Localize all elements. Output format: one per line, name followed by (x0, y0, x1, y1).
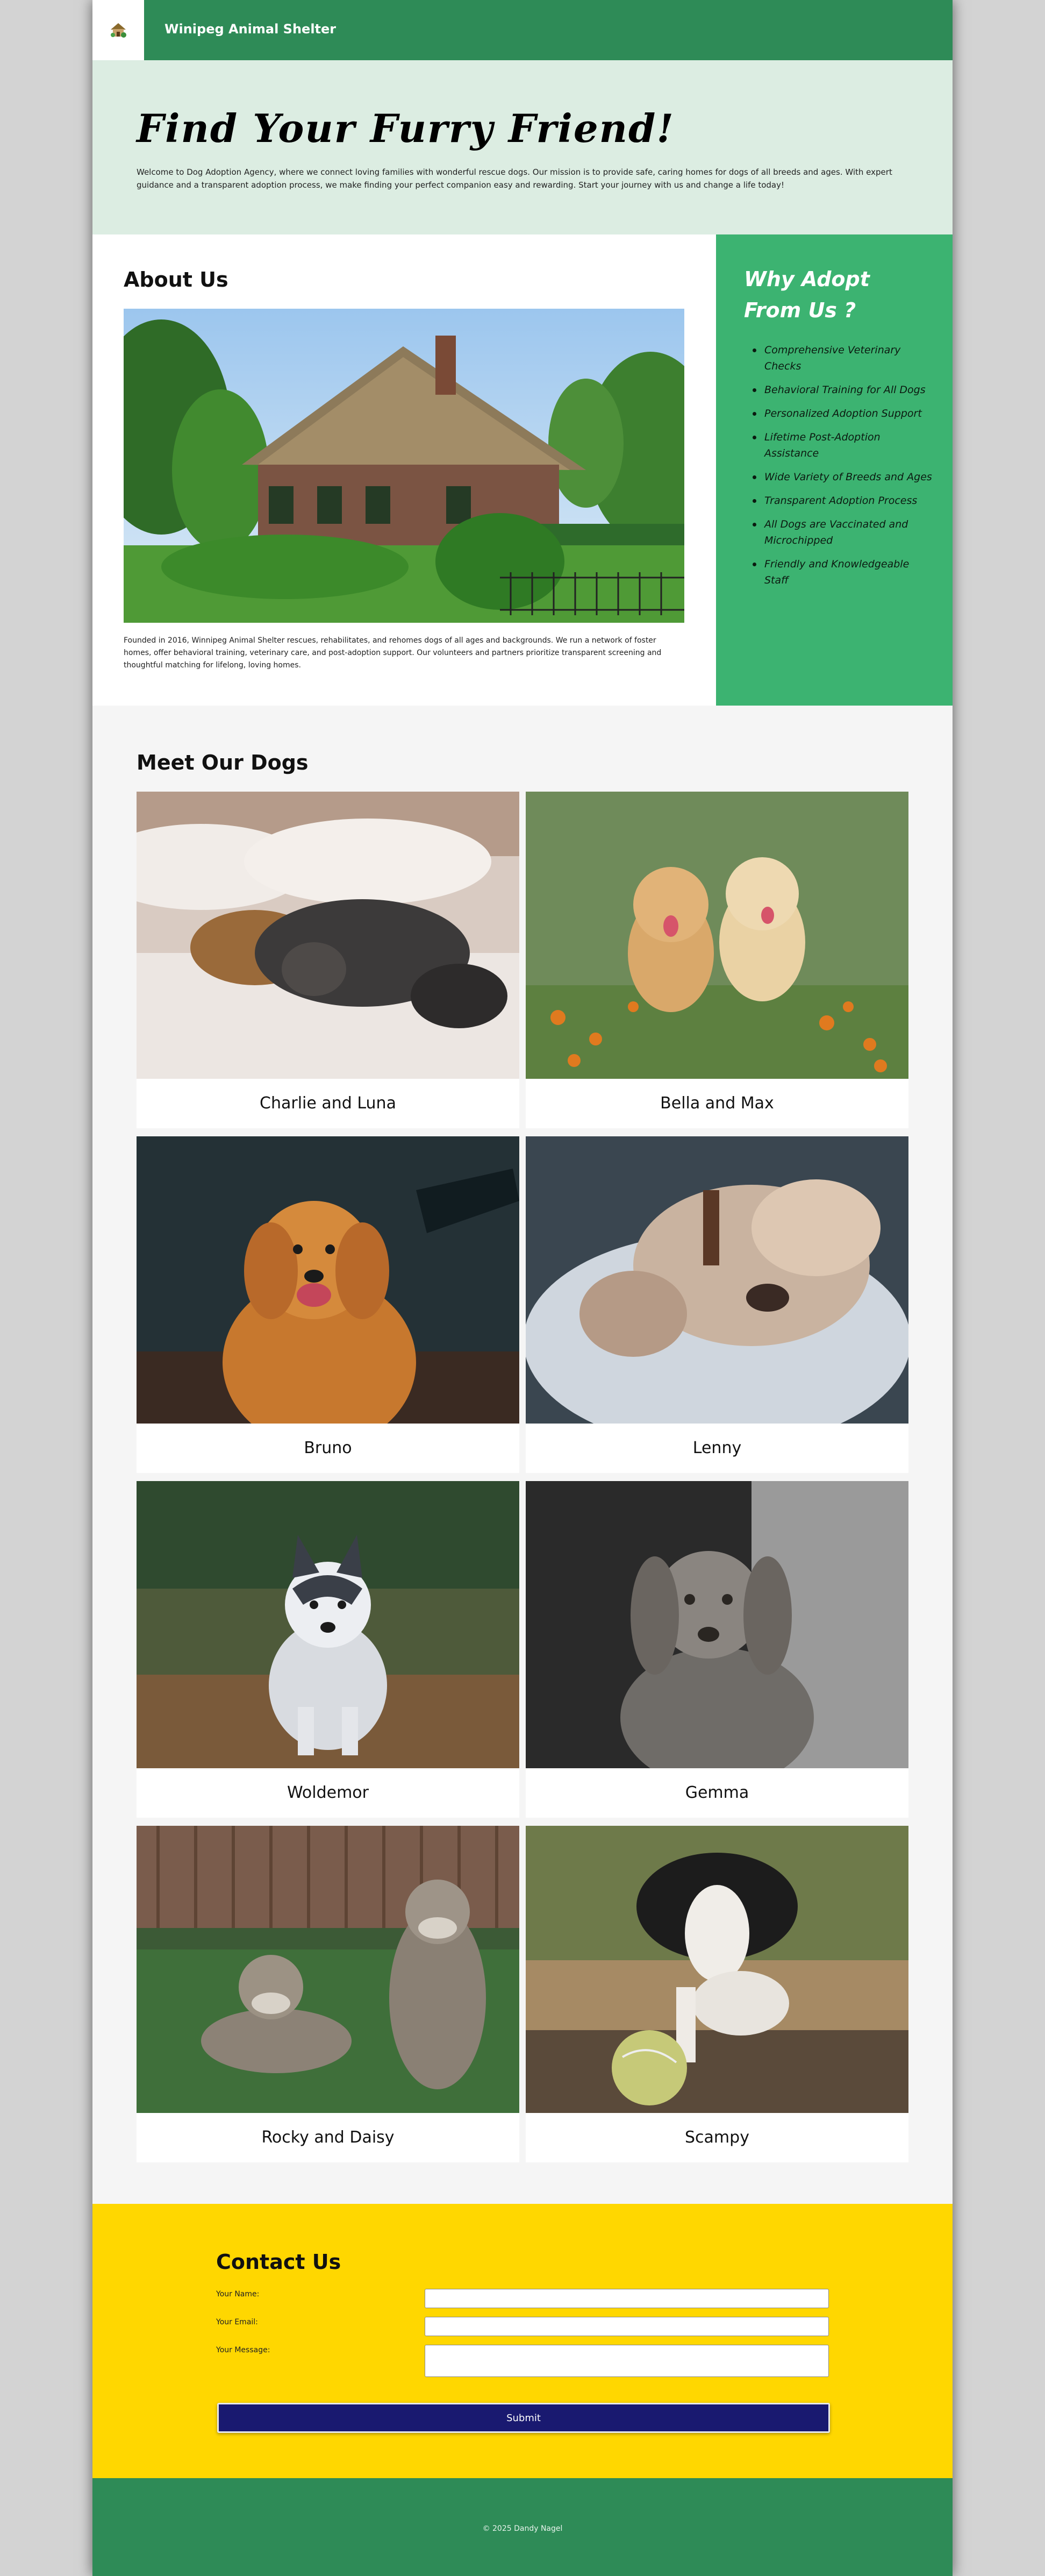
hero-intro: Welcome to Dog Adoption Agency, where we… (137, 167, 892, 190)
dogs-title: Meet Our Dogs (137, 751, 309, 774)
dog-photo (526, 1826, 908, 2113)
dog-card-charlie-luna[interactable]: Charlie and Luna (137, 792, 519, 1128)
dog-name: Bella and Max (660, 1094, 774, 1113)
dog-card-woldemor[interactable]: Woldemor (137, 1481, 519, 1818)
why-item: Personalized Adoption Support (753, 405, 936, 422)
dog-card-rocky-daisy[interactable]: Rocky and Daisy (137, 1826, 519, 2162)
message-label: Your Message: (216, 2346, 270, 2354)
why-adopt-panel: Why Adopt From Us ? Comprehensive Veteri… (716, 234, 953, 706)
why-item: Lifetime Post-Adoption Assistance (753, 429, 936, 461)
why-item: Transparent Adoption Process (753, 493, 936, 509)
about-title: About Us (124, 268, 228, 291)
dog-photo (526, 1136, 908, 1424)
dog-card-lenny[interactable]: Lenny (526, 1136, 908, 1473)
dog-card-scampy[interactable]: Scampy (526, 1826, 908, 2162)
dog-card-gemma[interactable]: Gemma (526, 1481, 908, 1818)
house-icon (111, 23, 126, 38)
top-bar: Winipeg Animal Shelter (92, 0, 953, 60)
dog-card-bella-max[interactable]: Bella and Max (526, 792, 908, 1128)
cottage-photo (124, 309, 684, 623)
why-item: Friendly and Knowledgeable Staff (753, 556, 936, 588)
why-item: Behavioral Training for All Dogs (753, 382, 936, 398)
contact-title: Contact Us (216, 2250, 341, 2274)
dog-name: Rocky and Daisy (261, 2128, 395, 2147)
dog-name: Gemma (685, 1783, 749, 1802)
about-section: About Us Founded in 2016, Winnipeg Anima… (92, 234, 716, 706)
why-item: Wide Variety of Breeds and Ages (753, 469, 936, 485)
email-field[interactable] (425, 2317, 829, 2336)
hero-title: Find Your Furry Friend! (137, 105, 675, 151)
dog-name: Lenny (692, 1439, 742, 1457)
why-list: Comprehensive Veterinary Checks Behavior… (753, 342, 936, 596)
page: Winipeg Animal Shelter Find Your Furry F… (92, 0, 953, 2576)
logo[interactable] (92, 0, 144, 60)
dog-photo (137, 792, 519, 1079)
submit-button[interactable]: Submit (217, 2403, 830, 2433)
brand-name[interactable]: Winipeg Animal Shelter (164, 22, 336, 37)
about-text: Founded in 2016, Winnipeg Animal Shelter… (124, 636, 662, 670)
dog-name: Charlie and Luna (260, 1094, 396, 1113)
dog-photo (137, 1481, 519, 1768)
dog-photo (526, 792, 908, 1079)
dog-photo (137, 1136, 519, 1424)
email-label: Your Email: (216, 2318, 258, 2326)
dog-photo (526, 1481, 908, 1768)
dog-photo (137, 1826, 519, 2113)
copyright: © 2025 Dandy Nagel (482, 2524, 563, 2533)
dog-name: Scampy (685, 2128, 749, 2147)
dog-name: Woldemor (287, 1783, 369, 1802)
dog-name: Bruno (304, 1439, 352, 1457)
footer: © 2025 Dandy Nagel (92, 2478, 953, 2576)
why-item: All Dogs are Vaccinated and Microchipped (753, 516, 936, 549)
contact-section: Contact Us Your Name: Your Email: Your M… (92, 2204, 953, 2478)
hero-section: Find Your Furry Friend! Welcome to Dog A… (92, 60, 953, 234)
dog-card-bruno[interactable]: Bruno (137, 1136, 519, 1473)
name-label: Your Name: (216, 2290, 260, 2299)
why-title: Why Adopt From Us ? (744, 267, 870, 322)
why-item: Comprehensive Veterinary Checks (753, 342, 936, 374)
message-field[interactable] (425, 2345, 829, 2377)
name-field[interactable] (425, 2289, 829, 2308)
